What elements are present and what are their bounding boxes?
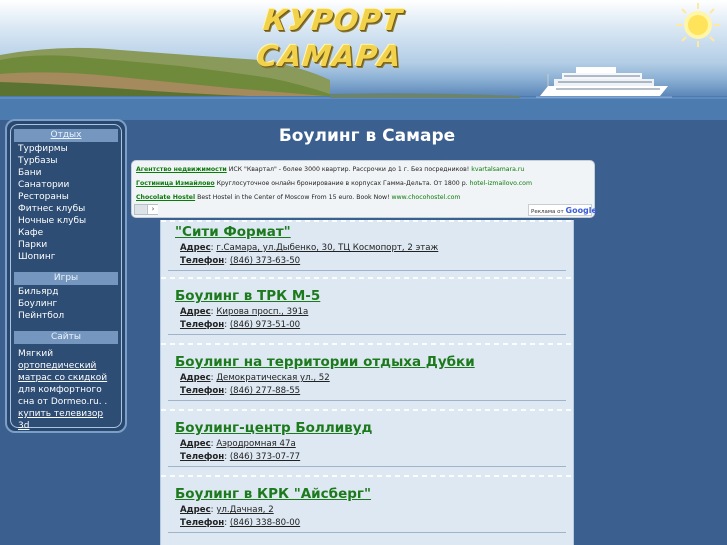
divider xyxy=(161,409,573,411)
sites-text-before: Мягкий xyxy=(18,349,54,359)
divider xyxy=(168,334,566,335)
listing-title-link[interactable]: Боулинг в КРК "Айсберг" xyxy=(168,484,566,504)
address-label: Адрес xyxy=(180,373,211,383)
sidebar-item-fitness-clubs[interactable]: Фитнес клубы xyxy=(14,203,118,215)
sidebar-item-cafes[interactable]: Кафе xyxy=(14,227,118,239)
ad-block: Агентство недвижимости ИСК "Квартал" - б… xyxy=(131,160,597,218)
sidebar-heading-rest[interactable]: Отдых xyxy=(14,129,118,142)
sidebar-item-night-clubs[interactable]: Ночные клубы xyxy=(14,215,118,227)
phone-label: Телефон xyxy=(180,386,225,396)
list-item: Боулинг в ТРК М-5 Адрес: Кирова просп., … xyxy=(168,286,566,335)
ad-item: Агентство недвижимости ИСК "Квартал" - б… xyxy=(136,163,590,177)
ad-title[interactable]: Гостиница Измайлово xyxy=(136,180,215,187)
ad-title[interactable]: Chocolate Hostel xyxy=(136,194,195,201)
sidebar-item-billiards[interactable]: Бильярд xyxy=(14,286,118,298)
phone-label: Телефон xyxy=(180,256,225,266)
ad-text: Круглосуточное онлайн бронирование в кор… xyxy=(216,180,468,187)
sun-icon xyxy=(676,3,720,47)
ad-url[interactable]: www.chocohostel.com xyxy=(392,194,461,201)
address-row: Адрес: г.Самара, ул.Дыбенко, 30, ТЦ Косм… xyxy=(180,243,439,253)
ad-text: ИСК "Квартал" - более 3000 квартир. Расс… xyxy=(228,166,470,173)
sidebar-item-parks[interactable]: Парки xyxy=(14,239,118,251)
address-value: Аэродромная 47а xyxy=(216,439,296,449)
list-item: Боулинг в КРК "Айсберг" Адрес: ул.Дачная… xyxy=(168,484,566,533)
phone-row: Телефон: (846) 973-51-00 xyxy=(180,320,301,330)
sidebar: Отдых Турфирмы Турбазы Бани Санатории Ре… xyxy=(5,119,127,433)
list-item: Боулинг на территории отдыха Дубки Адрес… xyxy=(168,352,566,401)
listing-title-link[interactable]: Боулинг-центр Болливуд xyxy=(168,418,566,438)
phone-label: Телефон xyxy=(180,452,225,462)
address-value: Кирова просп., 391а xyxy=(216,307,309,317)
sidebar-item-paintball[interactable]: Пейнтбол xyxy=(14,310,118,322)
phone-value: (846) 973-51-00 xyxy=(229,320,301,330)
address-label: Адрес xyxy=(180,307,211,317)
phone-row: Телефон: (846) 373-07-77 xyxy=(180,452,301,462)
phone-row: Телефон: (846) 277-88-55 xyxy=(180,386,301,396)
divider xyxy=(161,475,573,477)
sites-text-middle: для комфортного сна от Dormeo.ru. . xyxy=(18,385,108,407)
sidebar-heading-games: Игры xyxy=(14,272,118,285)
phone-label: Телефон xyxy=(180,320,225,330)
phone-value: (846) 373-07-77 xyxy=(229,452,301,462)
listing-title-link[interactable]: "Сити Формат" xyxy=(168,222,566,242)
address-label: Адрес xyxy=(180,243,211,253)
bowling-list: "Сити Формат" Адрес: г.Самара, ул.Дыбенк… xyxy=(160,220,574,545)
address-row: Адрес: ул.Дачная, 2 xyxy=(180,505,274,515)
divider xyxy=(168,466,566,467)
header-banner: КУРОРТ САМАРА xyxy=(0,0,727,120)
phone-value: (846) 373-63-50 xyxy=(229,256,301,266)
divider xyxy=(168,400,566,401)
divider xyxy=(168,532,566,533)
ad-url[interactable]: hotel-izmailovo.com xyxy=(470,180,532,187)
sidebar-panel: Отдых Турфирмы Турбазы Бани Санатории Ре… xyxy=(10,124,122,431)
ads-by-google-badge[interactable]: Реклама от Google xyxy=(528,204,597,216)
phone-value: (846) 338-80-00 xyxy=(229,518,301,528)
ads-badge-prefix: Реклама от xyxy=(531,209,566,215)
address-row: Адрес: Демократическая ул., 52 xyxy=(180,373,330,383)
ad-item: Гостиница Измайлово Круглосуточное онлай… xyxy=(136,177,590,191)
listing-title-link[interactable]: Боулинг на территории отдыха Дубки xyxy=(168,352,566,372)
sidebar-item-sanatoriums[interactable]: Санатории xyxy=(14,179,118,191)
ads-prev-button[interactable] xyxy=(135,205,146,214)
address-label: Адрес xyxy=(180,439,211,449)
ad-text: Best Hostel in the Center of Moscow From… xyxy=(197,194,390,201)
tv-3d-link[interactable]: купить телевизор 3d xyxy=(18,409,103,431)
list-item: "Сити Формат" Адрес: г.Самара, ул.Дыбенк… xyxy=(168,222,566,271)
phone-row: Телефон: (846) 338-80-00 xyxy=(180,518,301,528)
address-row: Адрес: Аэродромная 47а xyxy=(180,439,296,449)
ads-pager: › xyxy=(134,204,158,215)
sidebar-item-bowling[interactable]: Боулинг xyxy=(14,298,118,310)
sidebar-sites-text: Мягкий ортопедический матрас со скидкой … xyxy=(14,345,118,432)
divider xyxy=(161,277,573,279)
address-value: Демократическая ул., 52 xyxy=(216,373,330,383)
sidebar-item-shopping[interactable]: Шопинг xyxy=(14,251,118,263)
ad-title[interactable]: Агентство недвижимости xyxy=(136,166,227,173)
address-value: г.Самара, ул.Дыбенко, 30, ТЦ Космопорт, … xyxy=(216,243,439,253)
address-value: ул.Дачная, 2 xyxy=(216,505,274,515)
page-title: Боулинг в Самаре xyxy=(278,126,456,146)
mattress-link[interactable]: ортопедический матрас со скидкой xyxy=(18,361,107,383)
site-logo[interactable]: КУРОРТ САМАРА xyxy=(194,2,472,73)
sidebar-item-tour-agencies[interactable]: Турфирмы xyxy=(14,143,118,155)
divider xyxy=(161,343,573,345)
address-row: Адрес: Кирова просп., 391а xyxy=(180,307,309,317)
sidebar-heading-sites: Сайты xyxy=(14,331,118,344)
list-item: Боулинг-центр Болливуд Адрес: Аэродромна… xyxy=(168,418,566,467)
phone-row: Телефон: (846) 373-63-50 xyxy=(180,256,301,266)
ad-item: Chocolate Hostel Best Hostel in the Cent… xyxy=(136,191,590,205)
ad-url[interactable]: kvartalsamara.ru xyxy=(471,166,524,173)
sidebar-item-tour-bases[interactable]: Турбазы xyxy=(14,155,118,167)
ship-icon xyxy=(536,67,672,98)
divider xyxy=(168,270,566,271)
phone-value: (846) 277-88-55 xyxy=(229,386,301,396)
ads-next-button[interactable]: › xyxy=(147,205,158,214)
sidebar-item-restaurants[interactable]: Рестораны xyxy=(14,191,118,203)
listing-title-link[interactable]: Боулинг в ТРК М-5 xyxy=(168,286,566,306)
google-logo: Google xyxy=(565,206,597,215)
sidebar-item-saunas[interactable]: Бани xyxy=(14,167,118,179)
phone-label: Телефон xyxy=(180,518,225,528)
address-label: Адрес xyxy=(180,505,211,515)
